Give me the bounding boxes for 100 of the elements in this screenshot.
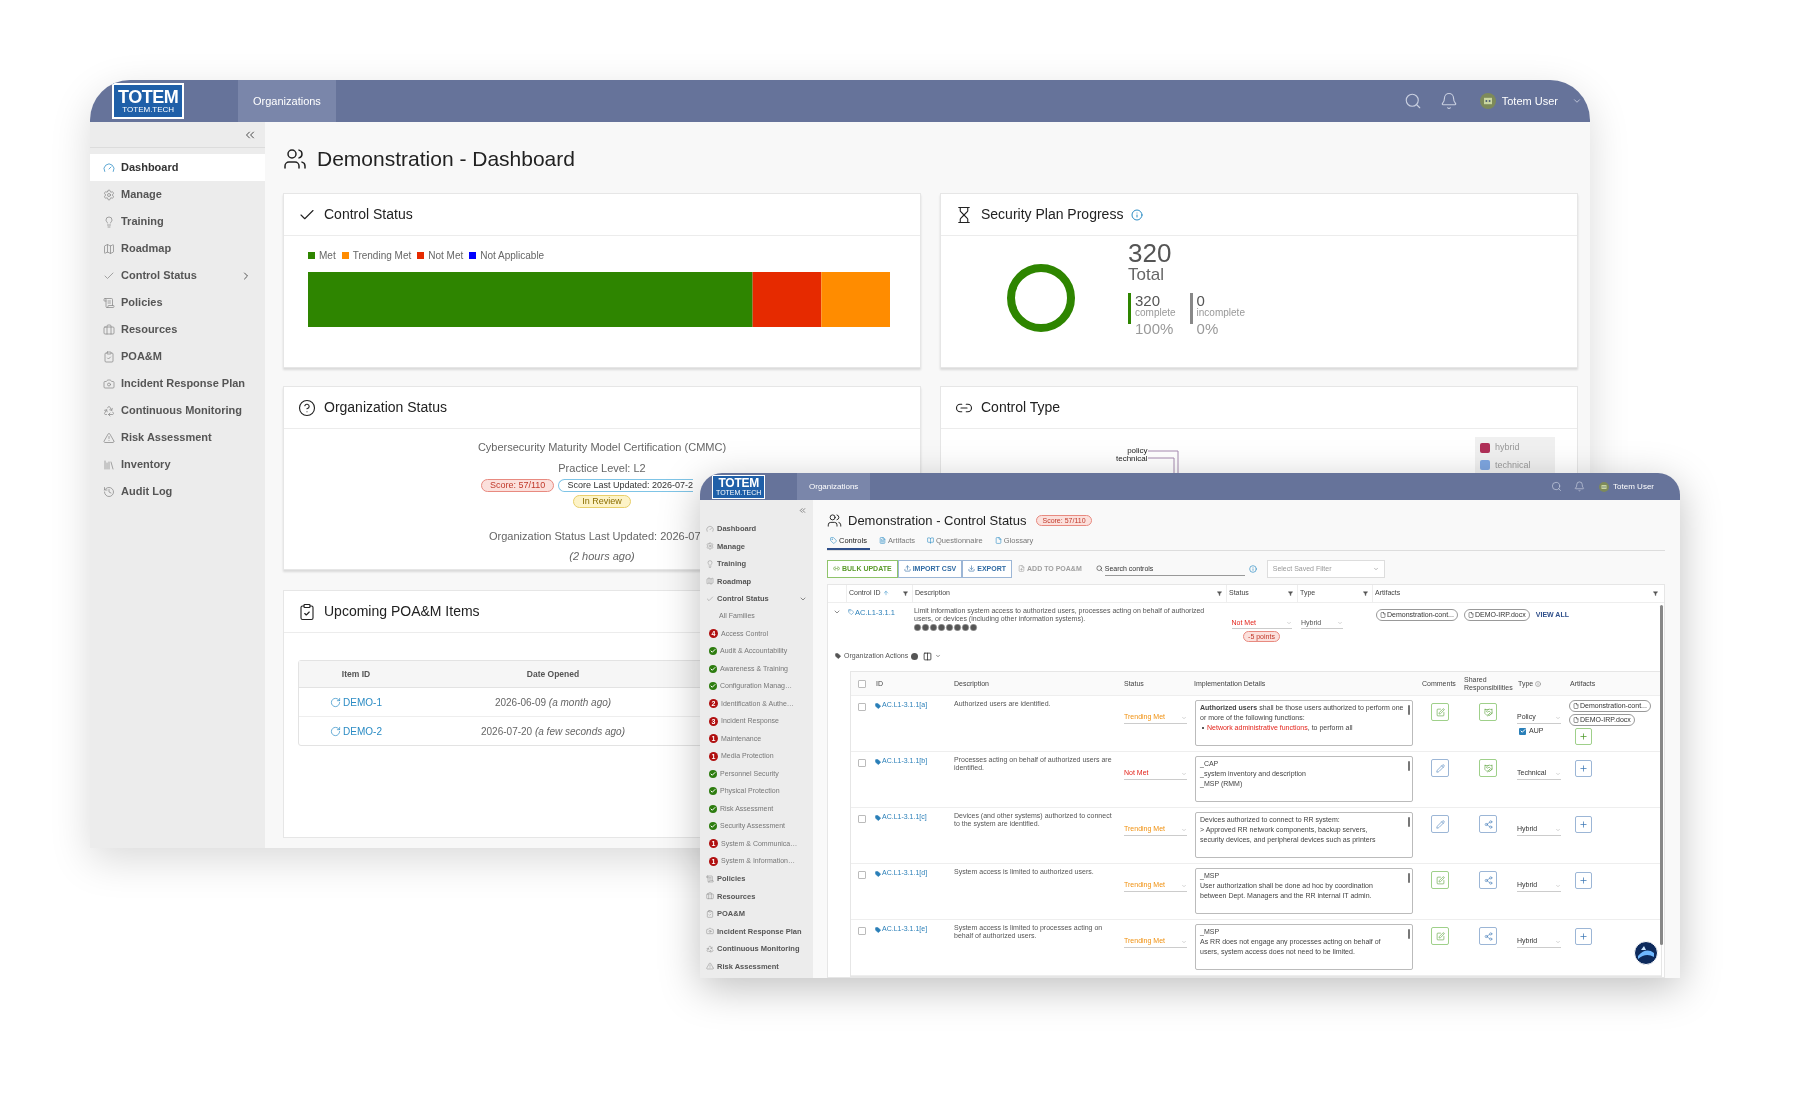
- recycle-icon: [103, 404, 115, 417]
- sidebar-item[interactable]: Manage: [90, 181, 265, 208]
- filter-icon[interactable]: [903, 590, 908, 596]
- item-link[interactable]: DEMO-1: [330, 694, 382, 710]
- sidebar-item[interactable]: Risk Assessment: [90, 424, 265, 451]
- tag-icon: [875, 814, 881, 821]
- sidebar-item[interactable]: Continuous Monitoring: [90, 397, 265, 424]
- tag-icon: [875, 702, 881, 709]
- user-name[interactable]: Totem User: [1613, 480, 1654, 493]
- shared-responsibilities-button[interactable]: [1479, 703, 1497, 722]
- sidebar-item[interactable]: POA&M: [90, 343, 265, 370]
- row-checkbox[interactable]: [858, 759, 866, 768]
- comments-button[interactable]: [1431, 815, 1449, 834]
- camera-icon: [706, 927, 714, 936]
- met-dot: [709, 787, 717, 796]
- sidebar-item[interactable]: Inventory: [90, 451, 265, 478]
- comments-button[interactable]: [1431, 703, 1449, 722]
- comments-button[interactable]: [1431, 871, 1449, 890]
- bell-icon[interactable]: [1439, 92, 1458, 110]
- progress-ring-drawing: [1006, 263, 1076, 333]
- comments-button[interactable]: [1431, 927, 1449, 946]
- shared-responsibilities-button[interactable]: [1479, 927, 1497, 946]
- card-title: Security Plan Progress: [981, 205, 1124, 224]
- review-badge: In Review: [573, 495, 631, 508]
- search-icon[interactable]: [1551, 481, 1563, 492]
- shared-responsibilities-button[interactable]: [1479, 871, 1497, 890]
- table-cell-text: 2026-07-20 (a few seconds ago): [481, 724, 625, 739]
- sidebar-item[interactable]: Control Status: [90, 262, 265, 289]
- gauge-icon: [706, 524, 714, 533]
- scroll-icon: [706, 874, 714, 883]
- warning-icon: [103, 431, 115, 444]
- add-artifact-button[interactable]: [1575, 760, 1592, 778]
- total-label: Total: [1128, 266, 1165, 283]
- info-icon[interactable]: [1535, 680, 1542, 687]
- filter-icon[interactable]: [1217, 590, 1222, 596]
- search-icon[interactable]: [1403, 92, 1422, 110]
- edit-icon: [1435, 875, 1445, 885]
- caret-icon: [1181, 882, 1187, 889]
- user-name[interactable]: Totem User: [1501, 92, 1558, 110]
- info-icon[interactable]: [1248, 564, 1257, 573]
- edit-icon: [1435, 931, 1445, 941]
- met-dot: [709, 647, 717, 656]
- chat-avatar-icon[interactable]: [1634, 941, 1658, 965]
- columns-icon[interactable]: [923, 651, 933, 661]
- caret-icon: [1555, 714, 1561, 721]
- filter-icon[interactable]: [1653, 590, 1658, 596]
- sidebar-item[interactable]: Audit Log: [90, 478, 265, 505]
- logo[interactable]: TOTEM TOTEM.TECH: [112, 83, 185, 119]
- handshake-icon: [1483, 707, 1493, 717]
- caret-icon: [1181, 770, 1187, 777]
- row-checkbox[interactable]: [858, 871, 866, 880]
- add-artifact-button[interactable]: [1575, 872, 1592, 890]
- filter-icon[interactable]: [1363, 590, 1368, 596]
- stat-label: complete: [1135, 308, 1176, 318]
- tag-icon: [875, 758, 881, 765]
- caret-icon: [1181, 826, 1187, 833]
- select-all-checkbox[interactable]: [858, 679, 866, 688]
- aup-checkbox[interactable]: [1519, 727, 1526, 735]
- item-link[interactable]: DEMO-2: [330, 723, 382, 739]
- organizations-tab[interactable]: Organizations: [238, 80, 336, 122]
- add-artifact-button[interactable]: [1575, 816, 1592, 834]
- file-icon: [1573, 717, 1579, 724]
- caret-icon: [1555, 882, 1561, 889]
- file-plus-icon: [1018, 565, 1025, 573]
- sort-icon[interactable]: [882, 590, 889, 597]
- sidebar-item[interactable]: Roadmap: [90, 235, 265, 262]
- handshake-icon: [1483, 763, 1493, 773]
- row-checkbox[interactable]: [858, 703, 866, 712]
- stat-percent: 0%: [1196, 321, 1220, 336]
- people-icon: [283, 146, 307, 171]
- plus-icon: [1579, 764, 1588, 774]
- row-checkbox[interactable]: [858, 815, 866, 824]
- updated-ago-text: (2 hours ago): [569, 548, 635, 564]
- met-dot: [709, 804, 717, 813]
- legend-label: Met: [319, 249, 336, 263]
- add-artifact-button[interactable]: [1575, 928, 1592, 946]
- shared-responsibilities-button[interactable]: [1479, 815, 1497, 834]
- bell-icon[interactable]: [1574, 481, 1586, 492]
- info-icon[interactable]: [1131, 208, 1144, 221]
- organizations-tab[interactable]: Organizations: [797, 473, 871, 500]
- sidebar-item[interactable]: Policies: [90, 289, 265, 316]
- family-tags-drawing: [914, 623, 978, 631]
- met-dot: [709, 664, 717, 673]
- sidebar-item[interactable]: Dashboard: [90, 154, 265, 181]
- row-checkbox[interactable]: [858, 927, 866, 936]
- sidebar-item[interactable]: Training: [90, 208, 265, 235]
- filter-icon[interactable]: [1288, 590, 1293, 596]
- collapse-icon[interactable]: [798, 505, 807, 515]
- caret-icon[interactable]: [935, 653, 942, 659]
- refresh-icon: [330, 696, 342, 708]
- caret-icon[interactable]: [1572, 96, 1582, 106]
- add-artifact-button[interactable]: [1575, 728, 1592, 746]
- scrollbar: [1408, 761, 1410, 772]
- plus-icon: [1579, 820, 1588, 830]
- comments-button[interactable]: [1431, 759, 1449, 778]
- shared-responsibilities-button[interactable]: [1479, 759, 1497, 778]
- plus-icon: [1579, 876, 1588, 886]
- sidebar-item[interactable]: Incident Response Plan: [90, 370, 265, 397]
- page-title: Demonstration - Dashboard: [317, 145, 575, 172]
- sidebar-item[interactable]: Resources: [90, 316, 265, 343]
